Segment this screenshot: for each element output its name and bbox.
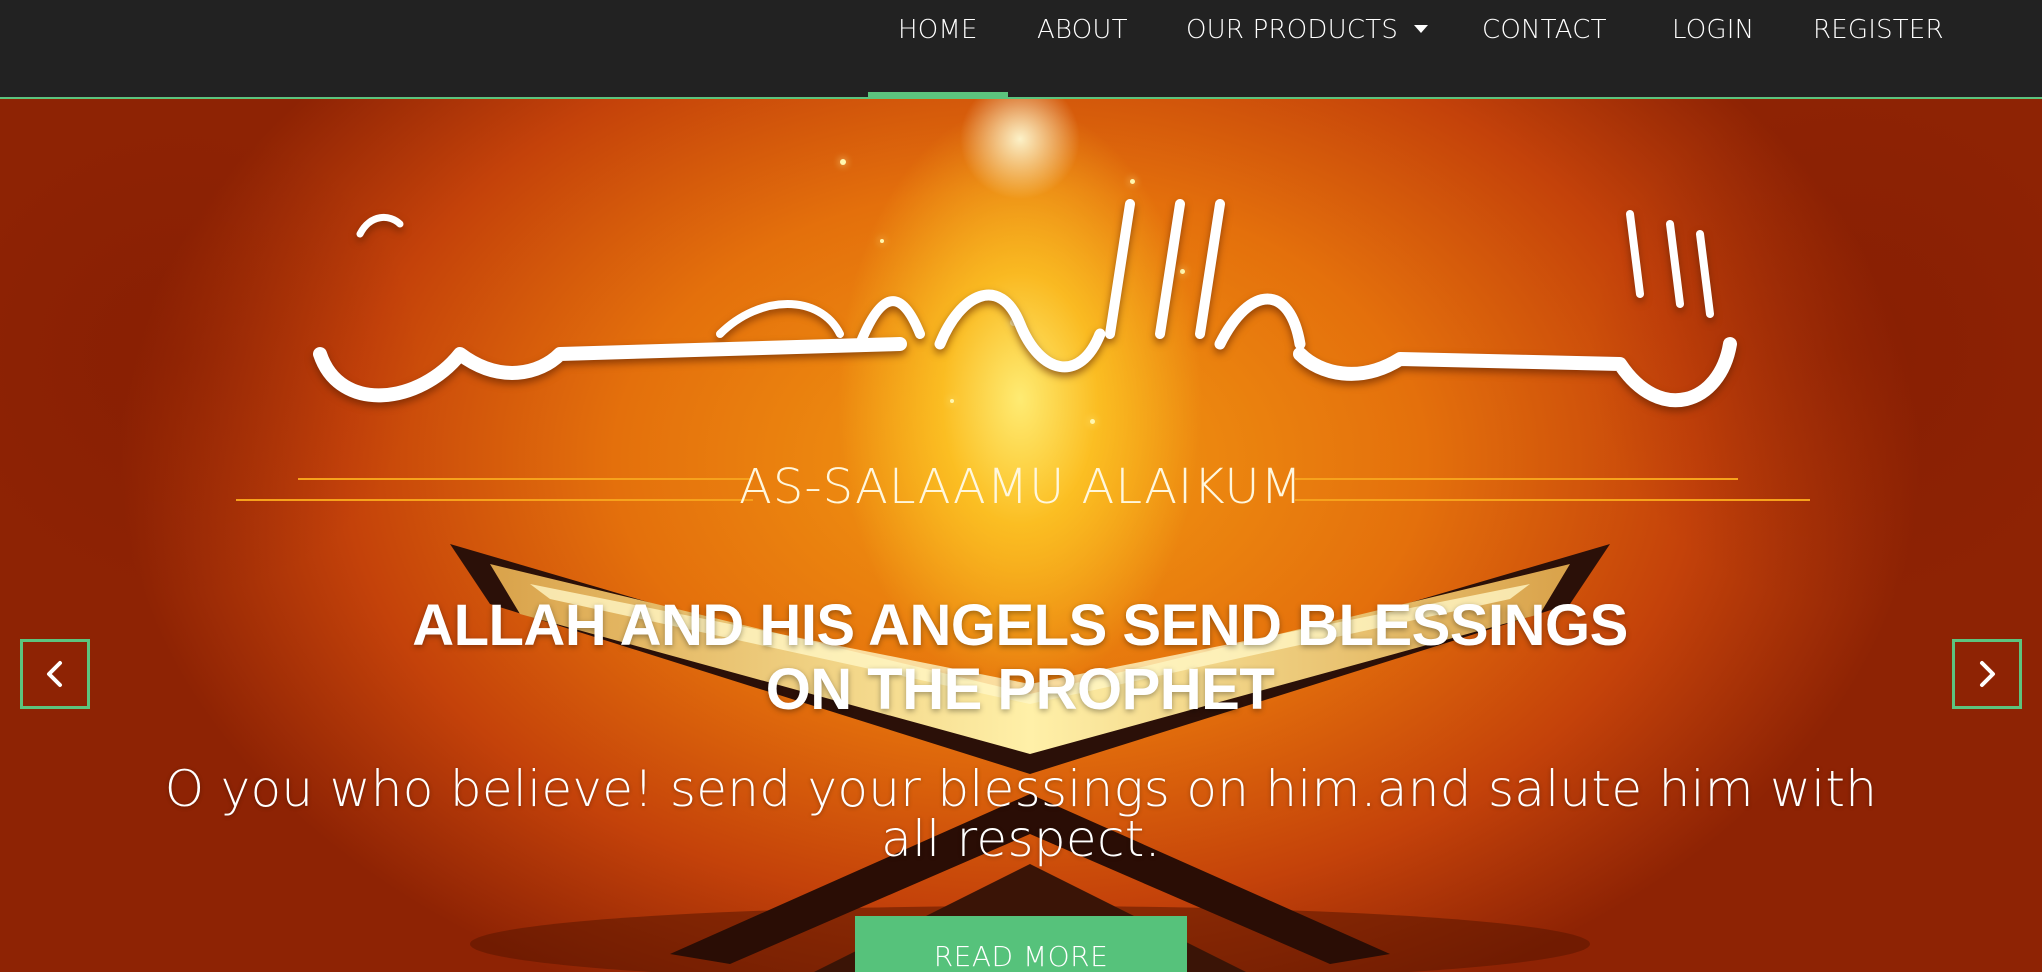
nav-register[interactable]: REGISTER — [1813, 0, 1944, 97]
nav-home[interactable]: HOME — [868, 0, 1008, 97]
nav-contact-label: CONTACT — [1482, 15, 1607, 45]
chevron-left-icon — [47, 661, 62, 687]
carousel-next-button[interactable] — [1952, 639, 2022, 709]
slide-subtext: O you who believe! send your blessings o… — [164, 760, 1878, 868]
nav-contact[interactable]: CONTACT — [1482, 0, 1607, 97]
nav-about[interactable]: ABOUT — [1037, 0, 1128, 97]
nav-home-label: HOME — [898, 15, 978, 45]
carousel-prev-button[interactable] — [20, 639, 90, 709]
sparkle — [840, 159, 846, 165]
read-more-button[interactable]: READ MORE — [855, 916, 1187, 972]
slide-headline: ALLAH AND HIS ANGELS SEND BLESSINGS ON T… — [412, 593, 1628, 722]
bismillah-calligraphy — [313, 199, 1737, 408]
nav-our-products[interactable]: OUR PRODUCTS — [1186, 0, 1429, 97]
chevron-right-icon — [1980, 661, 1995, 687]
nav-login[interactable]: LOGIN — [1672, 0, 1754, 97]
nav-about-label: ABOUT — [1037, 15, 1128, 45]
nav-register-label: REGISTER — [1813, 15, 1944, 45]
slide-greeting: AS-SALAAMU ALAIKUM — [739, 459, 1303, 515]
nav-our-products-label: OUR PRODUCTS — [1186, 15, 1399, 45]
caret-down-icon — [1414, 24, 1429, 33]
nav-login-label: LOGIN — [1672, 15, 1755, 45]
hero-slider: AS-SALAAMU ALAIKUM ALLAH AND HIS ANGELS … — [0, 99, 2042, 972]
